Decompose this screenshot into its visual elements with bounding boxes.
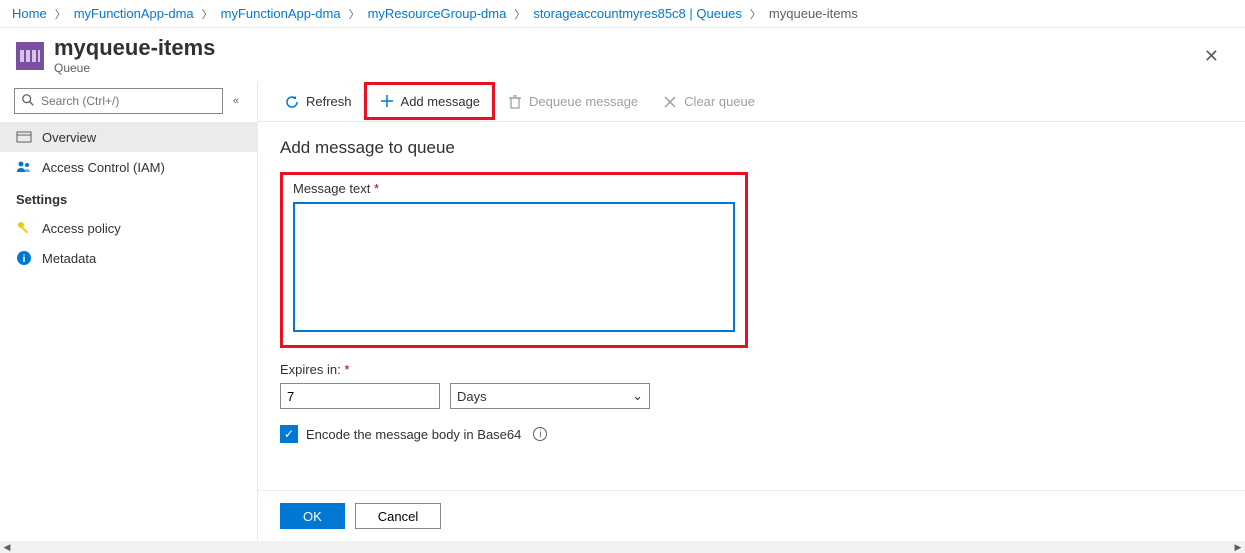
chevron-right-icon: 〉 (55, 6, 66, 22)
chevron-right-icon: 〉 (750, 6, 761, 22)
message-text-input[interactable] (293, 202, 735, 332)
queue-icon (16, 42, 44, 70)
search-input[interactable] (14, 88, 223, 114)
chevron-right-icon: 〉 (514, 6, 525, 22)
form-title: Add message to queue (280, 138, 1223, 158)
sidebar: « Overview Access Control (IAM) Settings… (0, 82, 258, 541)
sidebar-section-settings: Settings (0, 182, 257, 213)
sidebar-item-access-control[interactable]: Access Control (IAM) (0, 152, 257, 182)
page-title: myqueue-items (54, 37, 215, 59)
horizontal-scrollbar[interactable]: ◀ ▶ (0, 541, 1245, 553)
encode-label: Encode the message body in Base64 (306, 427, 521, 442)
breadcrumb-link[interactable]: Home (12, 6, 47, 21)
toolbar: Refresh Add message Dequeue message Clea… (258, 82, 1245, 122)
trash-icon (507, 94, 523, 110)
close-icon (662, 94, 678, 110)
ok-button[interactable]: OK (280, 503, 345, 529)
form-footer: OK Cancel (258, 490, 1245, 541)
toolbar-label: Add message (401, 94, 481, 109)
encode-checkbox-row: ✓ Encode the message body in Base64 i (280, 425, 1223, 443)
search-icon (21, 93, 35, 107)
info-icon: i (16, 250, 32, 266)
key-icon (16, 220, 32, 236)
encode-checkbox[interactable]: ✓ (280, 425, 298, 443)
sidebar-item-metadata[interactable]: i Metadata (0, 243, 257, 273)
sidebar-item-label: Metadata (42, 251, 96, 266)
message-text-label: Message text * (293, 181, 735, 196)
svg-text:i: i (23, 254, 26, 265)
expires-unit-value: Days (457, 389, 487, 404)
refresh-icon (284, 94, 300, 110)
dequeue-message-button: Dequeue message (495, 86, 650, 118)
plus-icon (379, 93, 395, 109)
chevron-right-icon: 〉 (202, 6, 213, 22)
expires-value-input[interactable] (280, 383, 440, 409)
sidebar-item-overview[interactable]: Overview (0, 122, 257, 152)
page-subtitle: Queue (54, 61, 215, 75)
collapse-sidebar-button[interactable]: « (229, 91, 243, 111)
chevron-down-icon: ⌄ (632, 388, 643, 404)
add-message-button[interactable]: Add message (364, 82, 496, 120)
expires-unit-select[interactable]: Days ⌄ (450, 383, 650, 409)
breadcrumb-link[interactable]: myResourceGroup-dma (368, 6, 507, 21)
expires-label: Expires in: * (280, 362, 1223, 377)
breadcrumb-current: myqueue-items (769, 6, 858, 21)
breadcrumb-link[interactable]: storageaccountmyres85c8 | Queues (533, 6, 742, 21)
toolbar-label: Dequeue message (529, 94, 638, 109)
clear-queue-button: Clear queue (650, 86, 767, 118)
main-content: Refresh Add message Dequeue message Clea… (258, 82, 1245, 541)
scroll-left-icon[interactable]: ◀ (0, 542, 14, 553)
toolbar-label: Refresh (306, 94, 352, 109)
breadcrumb-link[interactable]: myFunctionApp-dma (74, 6, 194, 21)
breadcrumb-link[interactable]: myFunctionApp-dma (221, 6, 341, 21)
page-header: myqueue-items Queue ✕ (0, 28, 1245, 82)
sidebar-item-access-policy[interactable]: Access policy (0, 213, 257, 243)
cancel-button[interactable]: Cancel (355, 503, 441, 529)
sidebar-item-label: Access policy (42, 221, 121, 236)
scroll-right-icon[interactable]: ▶ (1231, 542, 1245, 553)
message-text-group: Message text * (280, 172, 748, 348)
form-area: Add message to queue Message text * Expi… (258, 122, 1245, 490)
overview-icon (16, 129, 32, 145)
iam-icon (16, 159, 32, 175)
sidebar-item-label: Overview (42, 130, 96, 145)
breadcrumb: Home 〉 myFunctionApp-dma 〉 myFunctionApp… (0, 0, 1245, 28)
sidebar-item-label: Access Control (IAM) (42, 160, 165, 175)
chevron-right-icon: 〉 (349, 6, 360, 22)
refresh-button[interactable]: Refresh (272, 86, 364, 118)
info-icon[interactable]: i (533, 427, 547, 441)
close-button[interactable]: ✕ (1194, 40, 1229, 73)
toolbar-label: Clear queue (684, 94, 755, 109)
